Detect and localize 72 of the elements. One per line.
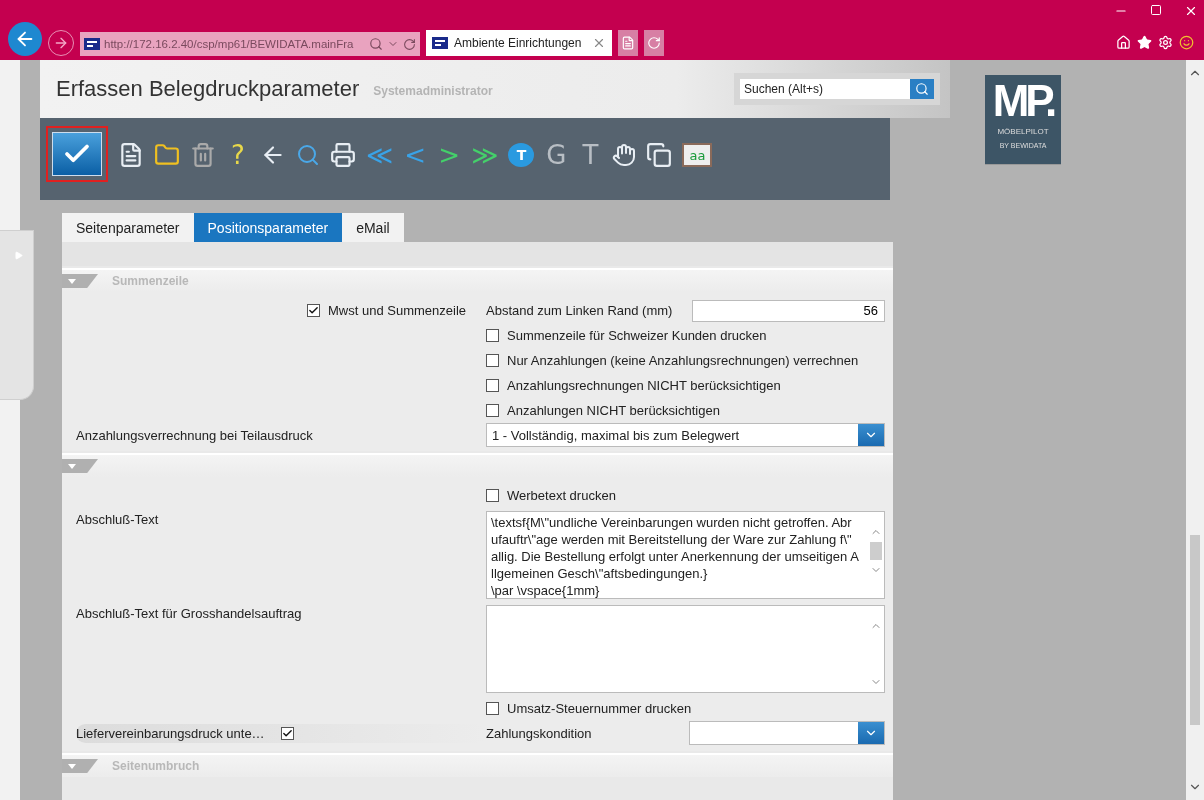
close-icon[interactable] — [1184, 4, 1198, 18]
section-title: Summenzeile — [112, 274, 189, 288]
save-button[interactable] — [46, 126, 108, 182]
dropdown-button[interactable] — [858, 424, 884, 446]
checkbox-label: Anzahlungen NICHT berücksichtigen — [507, 403, 720, 418]
toolbar-button[interactable]: ≫ — [471, 138, 499, 172]
star-icon[interactable] — [1137, 35, 1152, 50]
check-icon — [308, 305, 319, 316]
input-field[interactable]: 56 — [692, 299, 885, 322]
toolbar-button[interactable]: ≪ — [366, 138, 394, 172]
tab[interactable]: Seitenparameter — [62, 213, 194, 242]
user-name: Systemadministrator — [373, 84, 494, 98]
checkbox[interactable] — [486, 329, 499, 342]
maximize-icon[interactable] — [1150, 4, 1162, 16]
checkbox[interactable] — [486, 379, 499, 392]
sidebar-handle[interactable] — [0, 230, 34, 400]
refresh-icon[interactable] — [403, 37, 416, 51]
section-title: Seitenumbruch — [112, 759, 200, 773]
site-icon — [84, 38, 100, 50]
page-title: Erfassen Belegdruckparameter — [56, 76, 360, 102]
close-icon[interactable] — [592, 36, 606, 50]
toolbar-button[interactable]: T — [578, 138, 603, 172]
scroll-thumb[interactable] — [1190, 535, 1200, 725]
field-label: Liefervereinbarungsdruck unte… — [76, 725, 265, 741]
check-icon — [281, 727, 293, 739]
settings-icon[interactable] — [1158, 35, 1173, 50]
checkbox-label: Nur Anzahlungen (keine Anzahlungsrechnungen) verrechnen — [507, 353, 859, 368]
tab[interactable]: eMail — [342, 213, 404, 242]
back-button[interactable] — [8, 22, 42, 56]
search-field[interactable]: Suchen (Alt+s) — [740, 79, 910, 99]
toolbar-button[interactable]: G — [544, 138, 569, 172]
field-label: Abschluß-Text für Grosshandelsauftrag — [76, 606, 302, 621]
search-icon[interactable] — [369, 37, 383, 51]
smiley-icon[interactable] — [1179, 35, 1194, 50]
dropdown[interactable]: 1 - Vollständig, maximal bis zum Belegwert — [486, 423, 885, 447]
url-text: http://172.16.2.40/csp/mp61/BEWIDATA.mainFra — [104, 38, 355, 50]
scroll-thumb[interactable] — [870, 542, 882, 560]
checkbox[interactable] — [486, 702, 499, 715]
checkbox-label: Umsatz-Steuernummer drucken — [507, 701, 692, 716]
checkbox-label: Summenzeile für Schweizer Kunden drucken — [507, 328, 767, 343]
toolbar-button[interactable]: < — [403, 138, 428, 172]
field-label: Abstand zum Linken Rand (mm) — [486, 303, 673, 318]
triangle-icon — [14, 251, 23, 260]
triangle-icon — [68, 463, 76, 469]
site-icon — [432, 37, 448, 49]
search-button[interactable] — [910, 79, 934, 99]
checkbox[interactable] — [486, 404, 499, 417]
checkbox[interactable] — [307, 304, 320, 317]
field-label: Anzahlungsverrechnung bei Teilausdruck — [76, 427, 314, 443]
search-icon — [915, 82, 929, 96]
new-tab-button[interactable] — [618, 30, 638, 56]
triangle-icon — [68, 278, 76, 284]
address-bar[interactable]: http://172.16.2.40/csp/mp61/BEWIDATA.mainFra — [80, 32, 420, 56]
checkbox[interactable] — [486, 489, 499, 502]
field-label: Zahlungskondition — [486, 725, 592, 741]
browser-tab[interactable]: Ambiente Einrichtungen — [426, 30, 612, 56]
triangle-icon — [68, 763, 76, 769]
arrow-right-icon — [53, 35, 69, 51]
checkbox[interactable] — [280, 726, 294, 740]
tab[interactable]: Positionsparameter — [193, 213, 343, 242]
toolbar-button[interactable]: > — [437, 138, 462, 172]
home-icon[interactable] — [1116, 35, 1131, 50]
toolbar-button[interactable]: ? — [226, 138, 250, 172]
text-area[interactable]: \textsf{M\"undliche Vereinbarungen wurden nicht getroffen. Abr ufauftr\"age werden mit Bereitstellung der Ware zur Zahlung f\" allig. Die Bestellung erfolgt unter Anerkennung der umseitigen A llgemeinen Gesch\"aftsbedingungen.} \par \vspace{1mm} — [486, 511, 885, 599]
checkbox-label: Werbetext drucken — [507, 488, 616, 503]
checkbox-label: Mwst und Summenzeile — [328, 303, 466, 318]
page-icon — [621, 36, 635, 50]
checkbox[interactable] — [486, 354, 499, 367]
dropdown[interactable] — [689, 721, 885, 745]
field-label: Abschluß-Text — [76, 512, 159, 527]
dropdown-button[interactable] — [858, 722, 884, 744]
checkbox-label: Anzahlungsrechnungen NICHT berücksichtigen — [507, 378, 781, 393]
